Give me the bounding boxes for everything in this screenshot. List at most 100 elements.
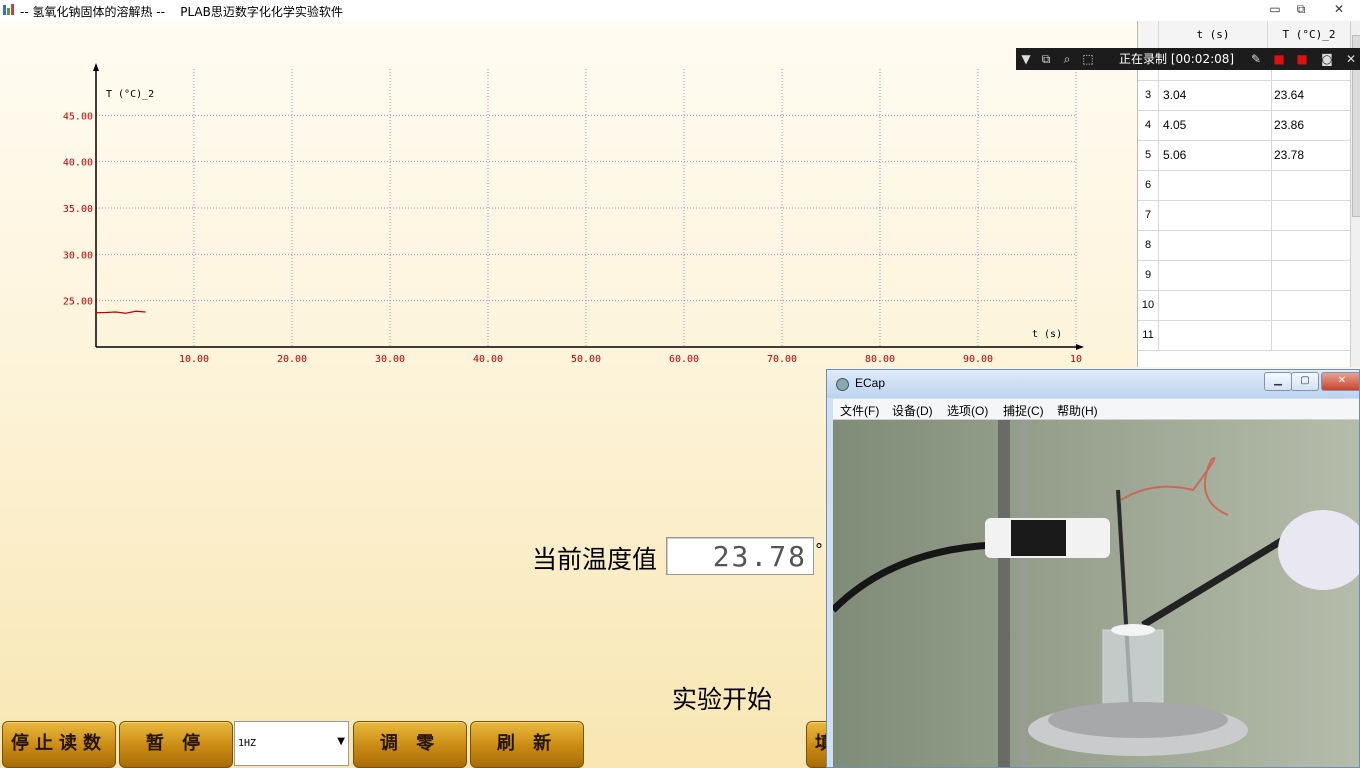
menu-help[interactable]: 帮助(H) bbox=[1057, 402, 1098, 419]
data-table[interactable]: t (s) T (°C)_2 22.0223.7833.0423.6444.05… bbox=[1137, 21, 1360, 367]
y-tick-label: 40.00 bbox=[63, 158, 93, 169]
row-index: 8 bbox=[1138, 230, 1159, 260]
table-row[interactable]: 9 bbox=[1138, 260, 1350, 291]
row-temp bbox=[1268, 200, 1356, 230]
row-temp: 23.86 bbox=[1274, 118, 1305, 132]
row-temp: 23.64 bbox=[1274, 88, 1305, 102]
row-index: 4 bbox=[1138, 110, 1159, 140]
row-time: 3.04 bbox=[1159, 80, 1272, 110]
close-toolbar-icon[interactable]: ✕ bbox=[1343, 51, 1359, 67]
header-time[interactable]: t (s) bbox=[1159, 21, 1268, 49]
table-row[interactable]: 10 bbox=[1138, 290, 1350, 321]
chevron-down-icon[interactable]: ▼ bbox=[337, 736, 345, 747]
region-icon[interactable]: ⬚ bbox=[1080, 51, 1096, 67]
pen-icon[interactable]: ✎ bbox=[1248, 51, 1264, 67]
y-tick-label: 25.00 bbox=[63, 297, 93, 308]
row-temp bbox=[1268, 230, 1356, 260]
row-time: 4.05 bbox=[1159, 110, 1272, 140]
camera-icon[interactable]: ◙ bbox=[1319, 51, 1335, 67]
recording-status: 正在录制 [00:02:08] bbox=[1119, 52, 1235, 66]
table-row[interactable]: 7 bbox=[1138, 200, 1350, 231]
menu-device[interactable]: 设备(D) bbox=[892, 402, 933, 419]
experiment-status: 实验开始 bbox=[672, 685, 773, 714]
zoom-icon[interactable]: ⌕ bbox=[1059, 51, 1075, 67]
table-row[interactable]: 4 4.05 23.86 bbox=[1138, 110, 1350, 141]
dropdown-icon[interactable]: ▼ bbox=[1018, 51, 1034, 67]
row-time bbox=[1159, 290, 1272, 320]
chart-tick-labels: 25.00 30.00 35.00 40.00 45.00 10.00 20.00 30.00… bbox=[63, 111, 1082, 365]
x-tick-label: 80.00 bbox=[865, 354, 895, 365]
ecap-menu-bar: 文件(F) 设备(D) 选项(O) 捕捉(C) 帮助(H) bbox=[833, 399, 1359, 420]
close-icon[interactable]: ✕ bbox=[1326, 1, 1352, 17]
x-tick-label: 40.00 bbox=[473, 354, 503, 365]
chart-axes bbox=[93, 63, 1084, 350]
row-index: 11 bbox=[1138, 320, 1159, 350]
row-time bbox=[1159, 170, 1272, 200]
restore-icon[interactable]: ⧉ bbox=[1288, 1, 1314, 17]
table-row[interactable]: 11 bbox=[1138, 320, 1350, 351]
window-title: -- 氢氧化钠固体的溶解热 -- PLAB思迈数字化化学实验软件 bbox=[20, 5, 343, 19]
temperature-chart[interactable]: 25.00 30.00 35.00 40.00 45.00 10.00 20.00 30.00… bbox=[0, 21, 1120, 366]
lab-scene-image bbox=[833, 420, 1359, 767]
x-tick-label: 20.00 bbox=[277, 354, 307, 365]
ecap-window[interactable]: ECap ▁ ▢ ✕ 文件(F) 设备(D) 选项(O) 捕捉(C) 帮助(H) bbox=[826, 369, 1360, 768]
zero-button[interactable]: 调 零 bbox=[353, 721, 467, 768]
current-temp-unit: ° bbox=[815, 540, 823, 559]
stop-reading-button[interactable]: 停止读数 bbox=[2, 721, 116, 768]
table-row[interactable]: 8 bbox=[1138, 230, 1350, 261]
current-temp-label: 当前温度值 bbox=[532, 545, 658, 574]
row-temp bbox=[1268, 290, 1356, 320]
y-axis-arrow bbox=[93, 63, 99, 71]
current-temp-display: 23.78 bbox=[666, 537, 814, 575]
x-tick-label: 50.00 bbox=[571, 354, 601, 365]
header-index bbox=[1138, 21, 1159, 49]
ecap-maximize-icon[interactable]: ▢ bbox=[1291, 372, 1319, 391]
x-tick-label: 90.00 bbox=[963, 354, 993, 365]
sampling-rate-value: 1HZ bbox=[238, 738, 257, 749]
y-tick-label: 30.00 bbox=[63, 250, 93, 261]
row-time bbox=[1159, 200, 1272, 230]
app-icon bbox=[3, 4, 14, 15]
window-icon[interactable]: ⧉ bbox=[1038, 51, 1054, 67]
x-tick-label: 10 bbox=[1070, 354, 1082, 365]
row-time: 5.06 bbox=[1159, 140, 1272, 170]
stop-record-icon[interactable]: ■ bbox=[1294, 51, 1310, 67]
ecap-close-icon[interactable]: ✕ bbox=[1321, 372, 1359, 391]
table-row[interactable]: 6 bbox=[1138, 170, 1350, 201]
row-index: 9 bbox=[1138, 260, 1159, 290]
row-time bbox=[1159, 320, 1272, 350]
ecap-title: ECap bbox=[855, 376, 886, 390]
pause-record-icon[interactable]: ■ bbox=[1271, 51, 1287, 67]
row-index: 3 bbox=[1138, 80, 1159, 110]
table-row[interactable]: 5 5.06 23.78 bbox=[1138, 140, 1350, 171]
recorder-toolbar: ▼ ⧉ ⌕ ⬚ 正在录制 [00:02:08] ✎ ■ ■ ◙ ✕ bbox=[1016, 48, 1360, 70]
table-scrollbar[interactable] bbox=[1350, 21, 1360, 367]
sampling-rate-select[interactable]: 1HZ ▼ bbox=[234, 721, 349, 766]
row-time bbox=[1159, 230, 1272, 260]
header-temp[interactable]: T (°C)_2 bbox=[1268, 21, 1350, 49]
row-index: 5 bbox=[1138, 140, 1159, 170]
menu-file[interactable]: 文件(F) bbox=[840, 402, 879, 419]
ecap-title-bar[interactable]: ECap ▁ ▢ ✕ bbox=[827, 370, 1359, 398]
ecap-minimize-icon[interactable]: ▁ bbox=[1264, 372, 1292, 391]
refresh-button[interactable]: 刷 新 bbox=[470, 721, 584, 768]
y-axis-label: T (°C)_2 bbox=[106, 89, 154, 100]
row-temp bbox=[1268, 170, 1356, 200]
menu-options[interactable]: 选项(O) bbox=[947, 402, 988, 419]
table-row[interactable]: 3 3.04 23.64 bbox=[1138, 80, 1350, 111]
row-index: 6 bbox=[1138, 170, 1159, 200]
x-tick-label: 70.00 bbox=[767, 354, 797, 365]
x-tick-label: 30.00 bbox=[375, 354, 405, 365]
title-bar: -- 氢氧化钠固体的溶解热 -- PLAB思迈数字化化学实验软件 ▭ ⧉ ✕ bbox=[0, 0, 1360, 21]
row-index: 10 bbox=[1138, 290, 1159, 320]
row-temp bbox=[1268, 320, 1356, 350]
webcam-icon bbox=[836, 378, 849, 391]
minimize-icon[interactable]: ▭ bbox=[1262, 1, 1288, 17]
x-axis-arrow bbox=[1076, 344, 1084, 350]
x-axis-label: t (s) bbox=[1032, 329, 1062, 340]
pause-button[interactable]: 暂 停 bbox=[119, 721, 233, 768]
menu-capture[interactable]: 捕捉(C) bbox=[1003, 402, 1044, 419]
table-header: t (s) T (°C)_2 bbox=[1138, 21, 1350, 50]
row-temp bbox=[1268, 260, 1356, 290]
row-time bbox=[1159, 260, 1272, 290]
